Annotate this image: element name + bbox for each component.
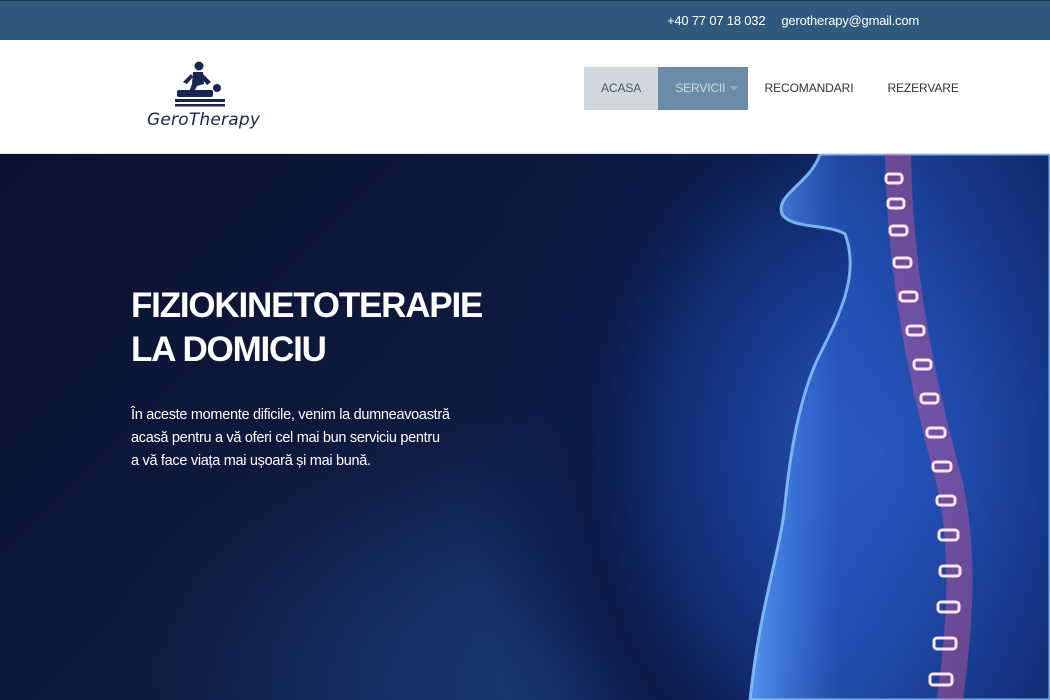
nav-item-servicii[interactable]: SERVICII [658,67,748,110]
hero-title: FIZIOKINETOTERAPIE LA DOMICIU [131,284,483,372]
top-contact-bar: +40 77 07 18 032 gerotherapy@gmail.com [0,0,1050,40]
nav-item-acasa[interactable]: ACASA [584,67,659,110]
main-nav: ACASA SERVICII RECOMANDARI REZERVARE [584,67,976,110]
site-header: GeroTherapy ACASA SERVICII RECOMANDARI R… [0,40,1050,154]
phone-link[interactable]: +40 77 07 18 032 [667,13,766,28]
spine-xray-illustration [748,154,1050,700]
hero-title-line1: FIZIOKINETOTERAPIE [131,286,483,325]
contact-info: +40 77 07 18 032 gerotherapy@gmail.com [667,13,919,28]
chevron-down-icon [729,86,738,91]
logo-text: GeroTherapy [147,110,261,130]
hero-banner: FIZIOKINETOTERAPIE LA DOMICIU În aceste … [0,154,1050,700]
nav-item-servicii-label: SERVICII [675,81,726,95]
hero-description: În aceste momente dificile, venim la dum… [131,407,450,469]
massage-therapy-icon [175,61,225,107]
nav-item-rezervare[interactable]: REZERVARE [870,67,975,110]
site-logo[interactable]: GeroTherapy [145,60,265,132]
hero-title-line2: LA DOMICIU [131,330,327,369]
email-link[interactable]: gerotherapy@gmail.com [781,13,919,28]
nav-item-recomandari[interactable]: RECOMANDARI [748,67,871,110]
